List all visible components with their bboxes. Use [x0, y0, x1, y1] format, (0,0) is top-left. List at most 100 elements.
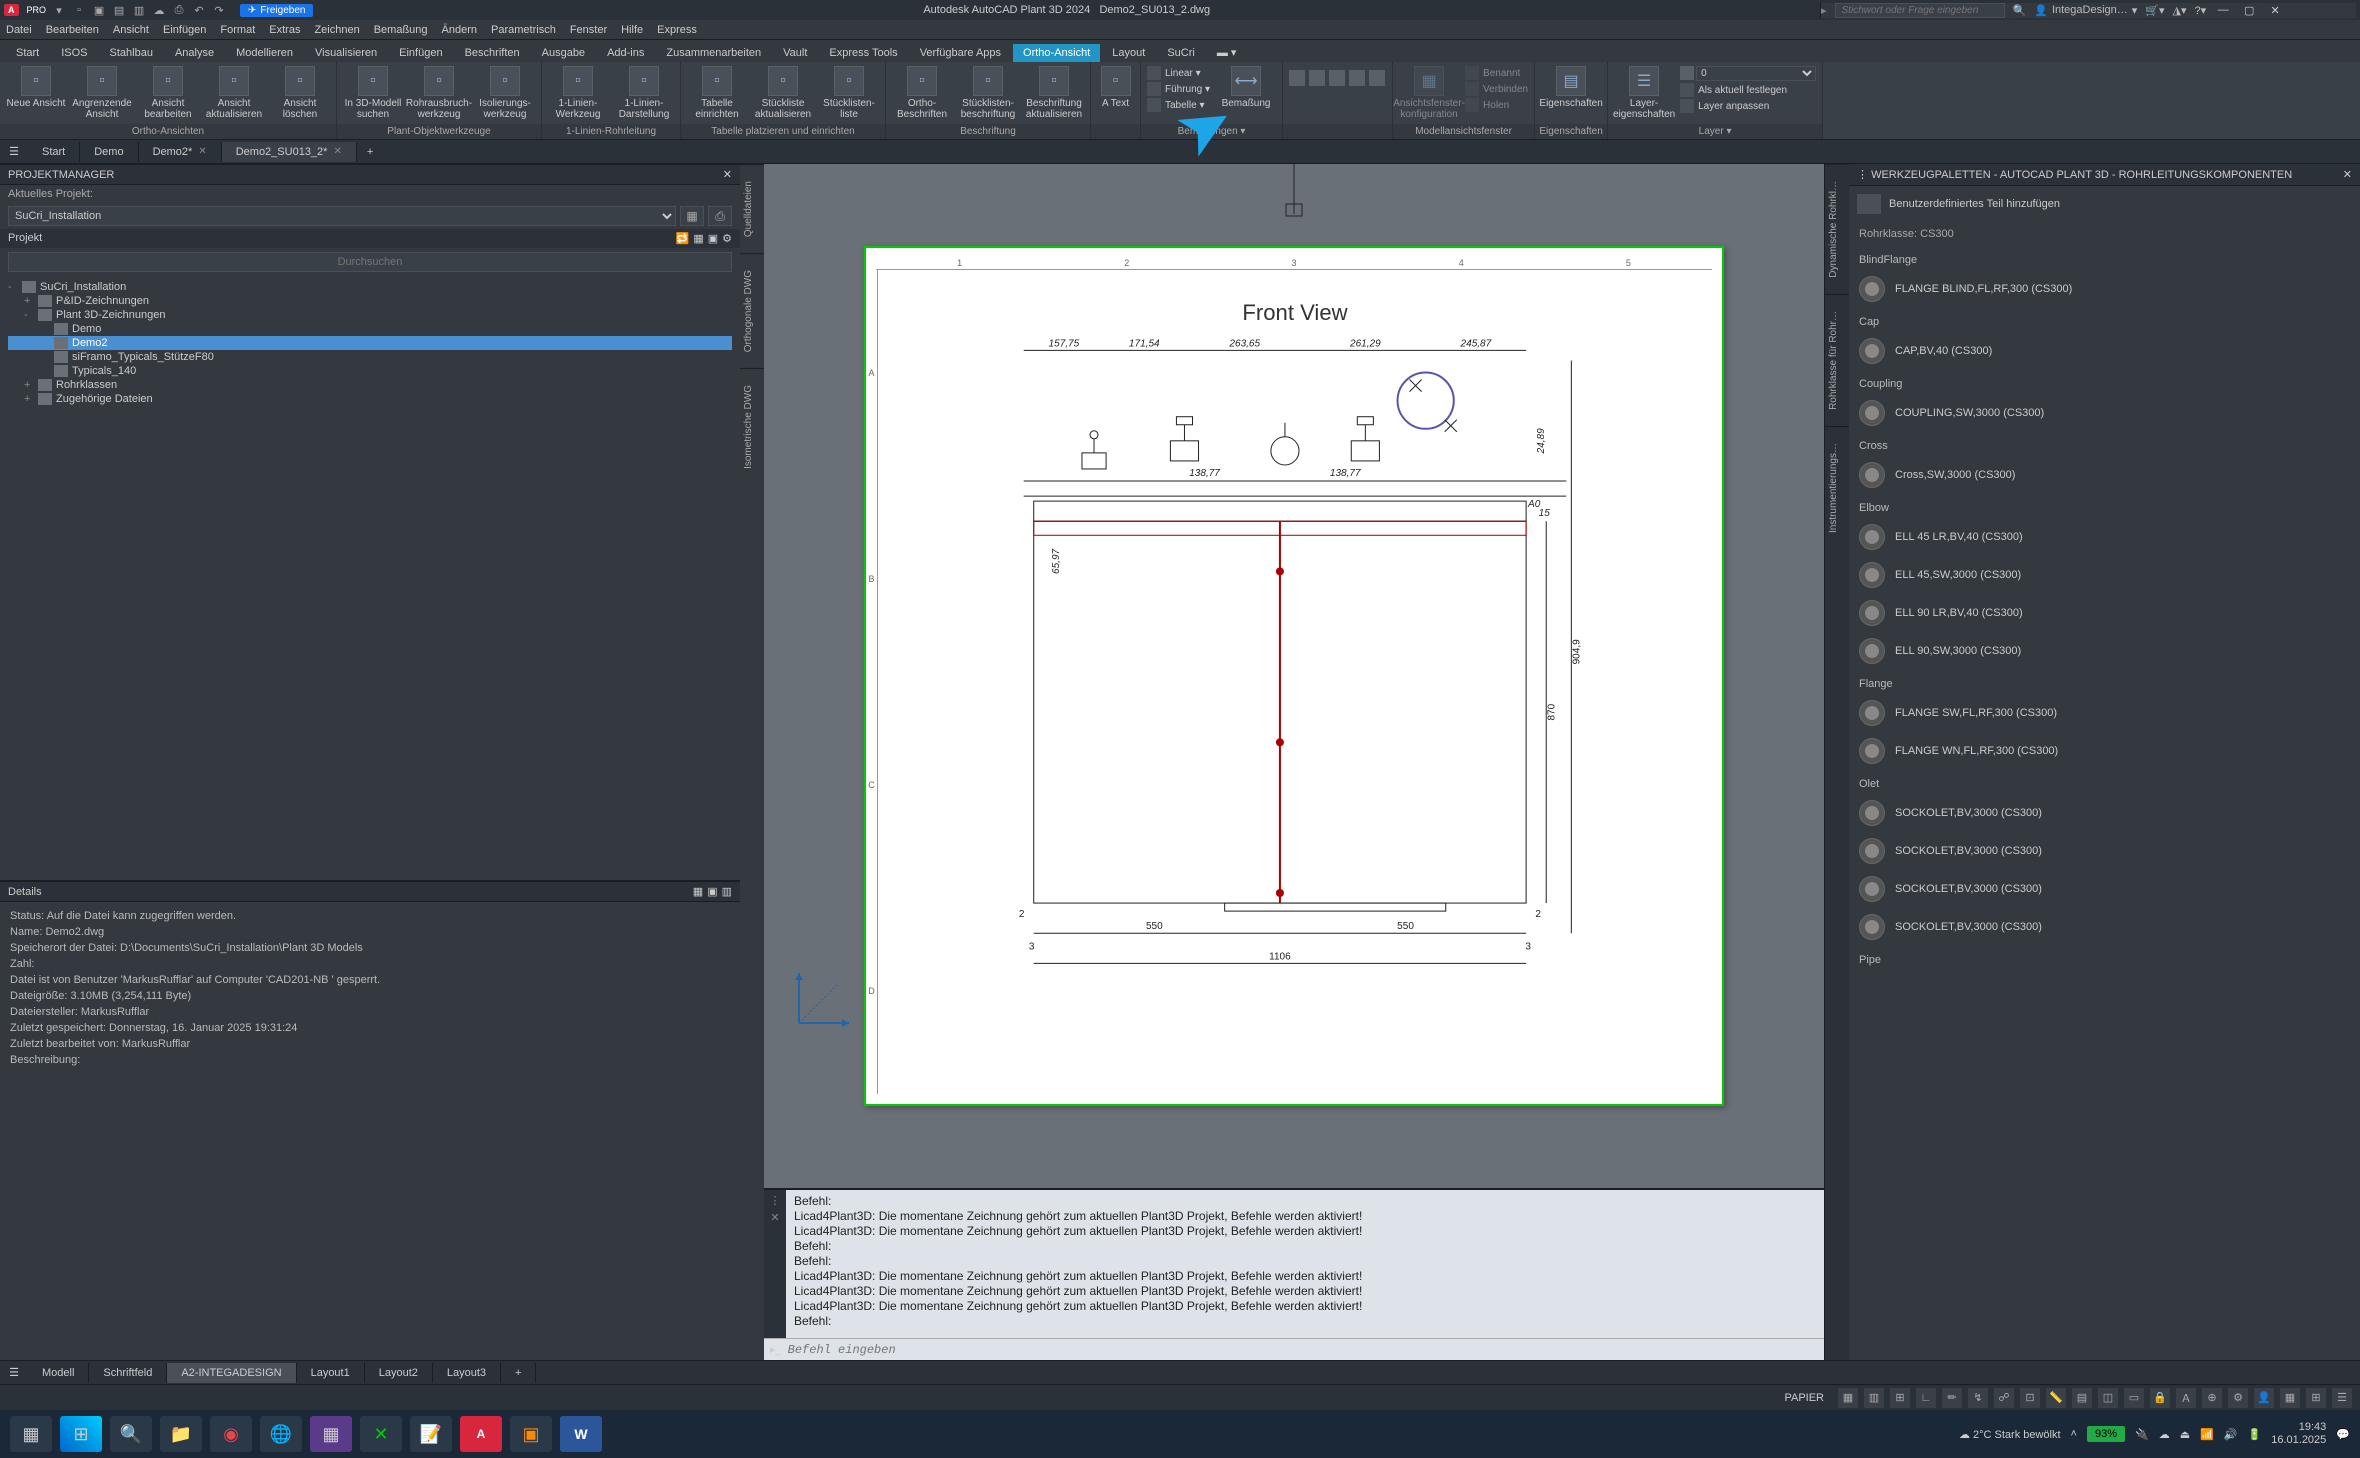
wifi-icon[interactable]: 📶	[2200, 1428, 2214, 1441]
viewport-config-button[interactable]: ▦Ansichtsfenster-konfiguration	[1399, 66, 1459, 120]
menu-parametrisch[interactable]: Parametrisch	[491, 24, 556, 36]
ribbon-button[interactable]: ▫Isolierungs-werkzeug	[475, 66, 535, 120]
ribbon-button[interactable]: ▫Stücklisten-liste	[819, 66, 879, 120]
ribbon-button[interactable]: ▫Rohrausbruch-werkzeug	[409, 66, 469, 120]
status-icon[interactable]: ⊡	[2020, 1388, 2040, 1408]
taskbar-app[interactable]: W	[560, 1416, 602, 1452]
tree-node[interactable]: Demo2	[8, 336, 732, 350]
ribbon-tab[interactable]: Vault	[773, 44, 817, 62]
ribbon-button[interactable]: ▫Angrenzende Ansicht	[72, 66, 132, 120]
palette-side-tab[interactable]: Rohrklasse für Rohr…	[1825, 294, 1849, 426]
save-icon[interactable]: ▤	[112, 3, 126, 17]
layer-match-button[interactable]: Layer anpassen	[1680, 99, 1816, 113]
add-custom-part-button[interactable]: Benutzerdefiniertes Teil hinzufügen	[1849, 186, 2360, 222]
palette-side-tab[interactable]: Instrumentierungs…	[1825, 426, 1849, 549]
taskbar-app[interactable]: ▣	[510, 1416, 552, 1452]
canvas[interactable]: 12345 ABCD Front View 157,75 171,54 263,…	[764, 164, 1824, 1188]
help-icon[interactable]: ?▾	[2195, 4, 2207, 17]
taskbar-app[interactable]: ✕	[360, 1416, 402, 1452]
pm-icon[interactable]: ⚙	[722, 232, 732, 245]
pm-icon[interactable]: ▦	[693, 232, 703, 245]
ribbon-tab[interactable]: Ortho-Ansicht	[1013, 44, 1100, 62]
tree-node[interactable]: - Plant 3D-Zeichnungen	[8, 308, 732, 322]
menu-extras[interactable]: Extras	[269, 24, 300, 36]
menu-hilfe[interactable]: Hilfe	[621, 24, 643, 36]
project-select[interactable]: SuCri_Installation	[8, 206, 676, 226]
status-icon[interactable]: ☰	[2332, 1388, 2352, 1408]
search-icon[interactable]: 🔍	[2013, 4, 2027, 17]
menu-fenster[interactable]: Fenster	[570, 24, 607, 36]
status-icon[interactable]: ▥	[1864, 1388, 1884, 1408]
tree-node[interactable]: Demo	[8, 322, 732, 336]
ribbon-tab[interactable]: Beschriften	[455, 44, 530, 62]
palette-item[interactable]: FLANGE BLIND,FL,RF,300 (CS300)	[1849, 270, 2360, 308]
taskbar-app[interactable]: ⊞	[60, 1416, 102, 1452]
vertical-tab[interactable]: Isometrische DWG	[740, 368, 764, 485]
ribbon-button[interactable]: ▫In 3D-Modell suchen	[343, 66, 403, 120]
properties-button[interactable]: ▤Eigenschaften	[1541, 66, 1601, 109]
vertical-tab[interactable]: Quelldateien	[740, 164, 764, 253]
open-icon[interactable]: ▣	[92, 3, 106, 17]
tree-node[interactable]: + Rohrklassen	[8, 378, 732, 392]
undo-icon[interactable]: ↶	[192, 3, 206, 17]
battery-icon[interactable]: 🔋	[2248, 1428, 2262, 1441]
layout-tab[interactable]: Layout3	[433, 1363, 501, 1383]
help-search[interactable]	[1835, 3, 2005, 18]
clock[interactable]: 19:4316.01.2025	[2271, 1421, 2326, 1447]
taskbar-app[interactable]: ▦	[310, 1416, 352, 1452]
close-button[interactable]: ✕	[2266, 3, 2284, 17]
details-icon[interactable]: ▣	[707, 885, 717, 898]
taskbar-app[interactable]: ◉	[210, 1416, 252, 1452]
dim-tool-icon[interactable]	[1329, 70, 1345, 86]
status-icon[interactable]: ▦	[1838, 1388, 1858, 1408]
menu-datei[interactable]: Datei	[6, 24, 32, 36]
layer-props-button[interactable]: ☰Layer-eigenschaften	[1614, 66, 1674, 120]
layout-tab[interactable]: A2-INTEGADESIGN	[167, 1363, 296, 1383]
cart-icon[interactable]: 🛒▾	[2145, 4, 2164, 17]
doc-tab[interactable]: Demo2* ✕	[139, 142, 222, 162]
ribbon-small-button[interactable]: Verbinden	[1465, 82, 1528, 96]
tree-node[interactable]: + P&ID-Zeichnungen	[8, 294, 732, 308]
palette-item[interactable]: SOCKOLET,BV,3000 (CS300)	[1849, 832, 2360, 870]
new-doc-button[interactable]: +	[357, 142, 383, 162]
ribbon-button[interactable]: ▫Stücklisten-beschriftung	[958, 66, 1018, 120]
menu-einfügen[interactable]: Einfügen	[163, 24, 206, 36]
layer-select[interactable]: 0	[1696, 66, 1816, 81]
ribbon-small-button[interactable]: Linear ▾	[1147, 66, 1210, 80]
palette-item[interactable]: SOCKOLET,BV,3000 (CS300)	[1849, 794, 2360, 832]
pm-icon[interactable]: ▣	[708, 232, 718, 245]
autodesk-icon[interactable]: ◮▾	[2173, 4, 2187, 17]
volume-icon[interactable]: 🔊	[2224, 1428, 2238, 1441]
taskbar-app[interactable]: 🔍	[110, 1416, 152, 1452]
status-icon[interactable]: ∟	[1916, 1388, 1936, 1408]
status-icon[interactable]: ☍	[1994, 1388, 2014, 1408]
details-icon[interactable]: ▥	[722, 885, 732, 898]
ribbon-tab[interactable]: Verfügbare Apps	[910, 44, 1011, 62]
doctabs-menu-icon[interactable]: ☰	[0, 145, 28, 158]
ribbon-button[interactable]: ▫Stückliste aktualisieren	[753, 66, 813, 120]
dim-tool-icon[interactable]	[1289, 70, 1305, 86]
cmd-close-icon[interactable]: ✕	[770, 1211, 779, 1224]
ribbon-button[interactable]: ▫Neue Ansicht	[6, 66, 66, 109]
share-button[interactable]: ✈Freigeben	[240, 4, 313, 17]
user-menu[interactable]: 👤 IntegaDesign… ▾	[2034, 4, 2137, 17]
ribbon-button[interactable]: ▫Tabelle einrichten	[687, 66, 747, 120]
doc-tab[interactable]: Demo2_SU013_2* ✕	[222, 142, 357, 162]
palette-item[interactable]: FLANGE WN,FL,RF,300 (CS300)	[1849, 732, 2360, 770]
dim-tool-icon[interactable]	[1309, 70, 1325, 86]
status-icon[interactable]: ◫	[2098, 1388, 2118, 1408]
notifications-icon[interactable]: 💬	[2336, 1428, 2350, 1441]
menu-format[interactable]: Format	[220, 24, 255, 36]
tab-close-icon[interactable]: ✕	[198, 146, 206, 157]
status-icon[interactable]: ⊞	[2306, 1388, 2326, 1408]
taskbar-app[interactable]: ▦	[10, 1416, 52, 1452]
ribbon-tab[interactable]: Zusammenarbeiten	[656, 44, 771, 62]
layout-tab[interactable]: Layout2	[365, 1363, 433, 1383]
layout-tab[interactable]: Schriftfeld	[89, 1363, 167, 1383]
status-icon[interactable]: ▦	[2280, 1388, 2300, 1408]
ribbon-tab[interactable]: Einfügen	[389, 44, 452, 62]
layer-icon[interactable]	[1680, 66, 1694, 80]
ribbon-tab[interactable]: Start	[6, 44, 49, 62]
status-icon[interactable]: ▭	[2124, 1388, 2144, 1408]
tray-chevron-icon[interactable]: ˄	[2071, 1428, 2077, 1440]
